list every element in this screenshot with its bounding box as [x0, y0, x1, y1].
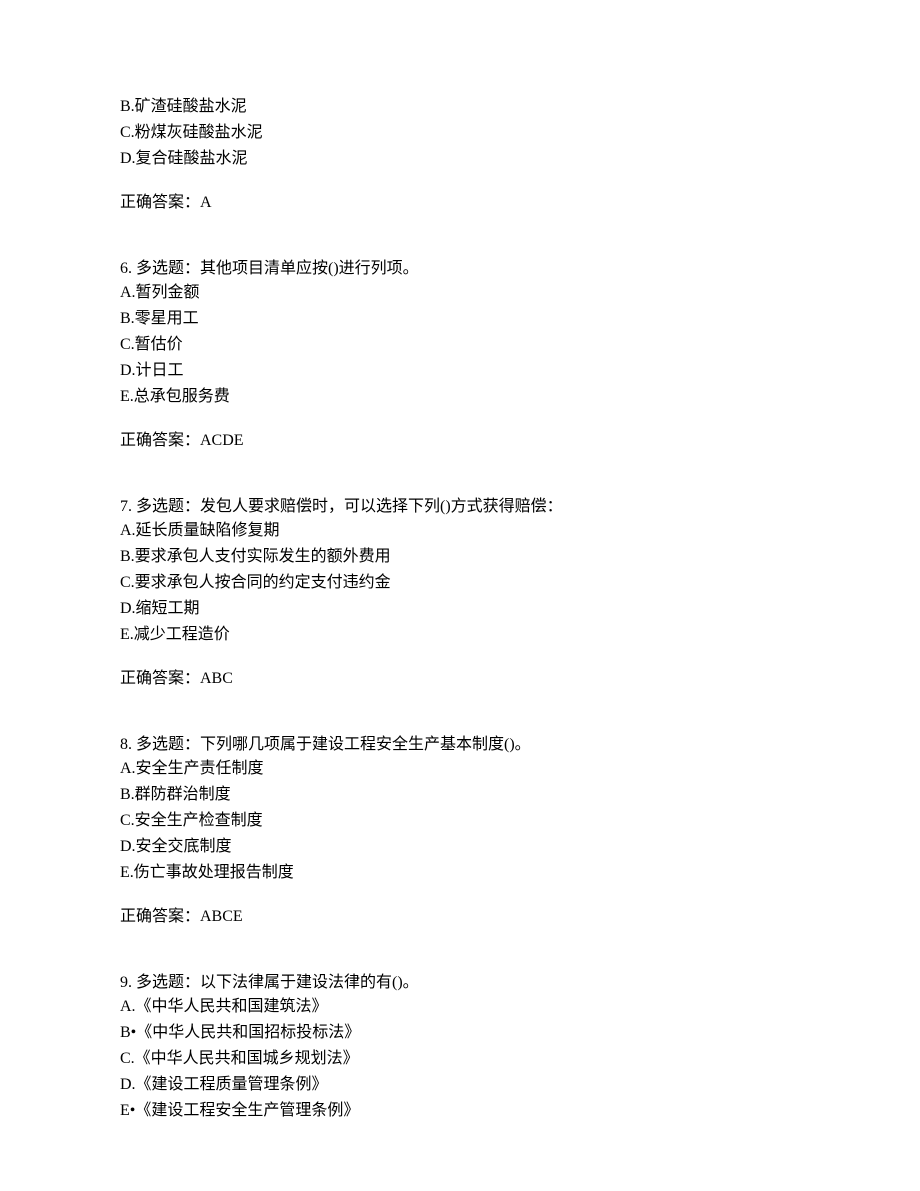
- option-text: A.《中华人民共和国建筑法》: [120, 995, 800, 1019]
- option-text: D.《建设工程质量管理条例》: [120, 1073, 800, 1097]
- option-text: C.要求承包人按合同的约定支付违约金: [120, 571, 800, 595]
- question-5-tail: B.矿渣硅酸盐水泥 C.粉煤灰硅酸盐水泥 D.复合硅酸盐水泥 正确答案：A: [120, 95, 800, 215]
- option-text: C.粉煤灰硅酸盐水泥: [120, 121, 800, 145]
- option-text: B.矿渣硅酸盐水泥: [120, 95, 800, 119]
- question-stem: 9. 多选题：以下法律属于建设法律的有()。: [120, 971, 800, 995]
- correct-answer: 正确答案：ABC: [120, 667, 800, 691]
- question-7: 7. 多选题：发包人要求赔偿时，可以选择下列()方式获得赔偿： A.延长质量缺陷…: [120, 495, 800, 691]
- question-stem: 8. 多选题：下列哪几项属于建设工程安全生产基本制度()。: [120, 733, 800, 757]
- option-text: B•《中华人民共和国招标投标法》: [120, 1021, 800, 1045]
- option-text: E.减少工程造价: [120, 623, 800, 647]
- correct-answer: 正确答案：ACDE: [120, 429, 800, 453]
- option-text: E•《建设工程安全生产管理条例》: [120, 1099, 800, 1123]
- option-text: D.缩短工期: [120, 597, 800, 621]
- option-text: E.总承包服务费: [120, 385, 800, 409]
- option-text: B.零星用工: [120, 307, 800, 331]
- correct-answer: 正确答案：A: [120, 191, 800, 215]
- option-text: C.暂估价: [120, 333, 800, 357]
- option-text: B.要求承包人支付实际发生的额外费用: [120, 545, 800, 569]
- question-9: 9. 多选题：以下法律属于建设法律的有()。 A.《中华人民共和国建筑法》 B•…: [120, 971, 800, 1123]
- option-text: C.安全生产检查制度: [120, 809, 800, 833]
- question-6: 6. 多选题：其他项目清单应按()进行列项。 A.暂列金额 B.零星用工 C.暂…: [120, 257, 800, 453]
- option-text: D.安全交底制度: [120, 835, 800, 859]
- option-text: C.《中华人民共和国城乡规划法》: [120, 1047, 800, 1071]
- option-text: A.暂列金额: [120, 281, 800, 305]
- question-8: 8. 多选题：下列哪几项属于建设工程安全生产基本制度()。 A.安全生产责任制度…: [120, 733, 800, 929]
- option-text: A.安全生产责任制度: [120, 757, 800, 781]
- question-stem: 6. 多选题：其他项目清单应按()进行列项。: [120, 257, 800, 281]
- option-text: A.延长质量缺陷修复期: [120, 519, 800, 543]
- option-text: D.复合硅酸盐水泥: [120, 147, 800, 171]
- option-text: B.群防群治制度: [120, 783, 800, 807]
- question-stem: 7. 多选题：发包人要求赔偿时，可以选择下列()方式获得赔偿：: [120, 495, 800, 519]
- option-text: E.伤亡事故处理报告制度: [120, 861, 800, 885]
- option-text: D.计日工: [120, 359, 800, 383]
- correct-answer: 正确答案：ABCE: [120, 905, 800, 929]
